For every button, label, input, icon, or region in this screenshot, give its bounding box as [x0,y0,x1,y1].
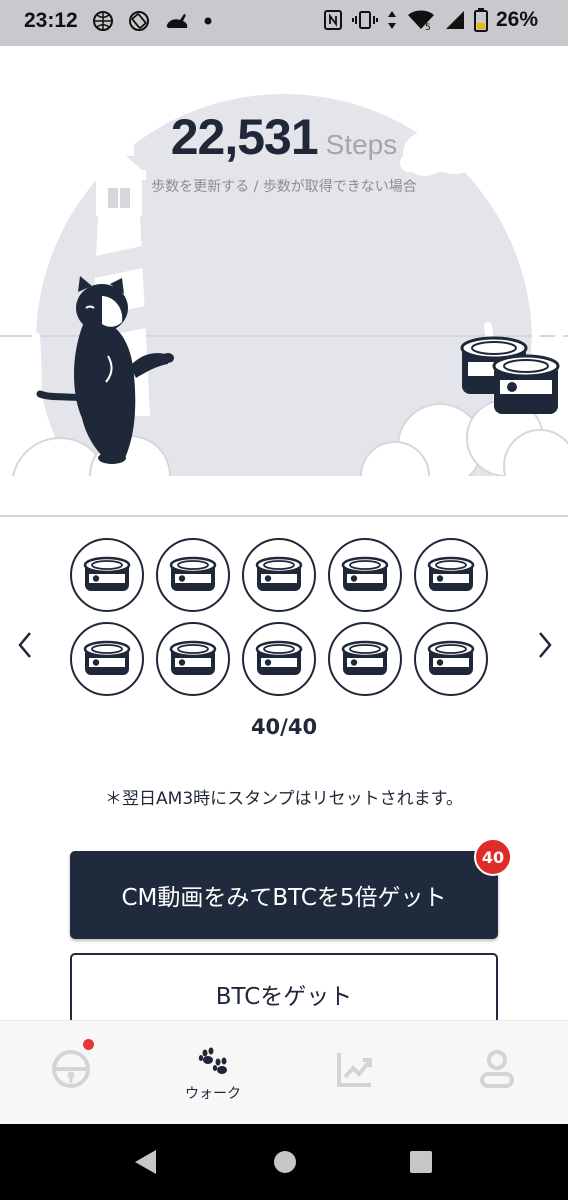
recents-icon[interactable] [408,1148,434,1176]
chart-icon [337,1053,372,1087]
link-separator: / [249,179,263,195]
wifi-icon: 5 [407,10,434,31]
dot-icon [204,17,212,25]
network-label: 5 [425,23,431,31]
stamp-counter: 40/40 [250,715,318,739]
cat-food-can-icon [169,640,217,675]
stamp-slot [328,622,402,696]
next-page-button[interactable] [530,628,560,662]
tab-walk-label: ウォーク [185,1086,241,1102]
signal-icon [445,11,464,29]
cat-food-can-icon [341,556,389,591]
get-btc-button-label: BTCをゲット [215,984,353,1010]
stamp-slot [156,622,230,696]
system-nav-bar [0,1124,568,1200]
update-steps-link[interactable]: 歩数を更新する [151,179,249,195]
stamp-slot [242,622,316,696]
tab-walk[interactable]: ウォーク [142,1021,284,1125]
vibrate-icon [351,11,378,29]
steps-links: 歩数を更新する / 歩数が取得できない場合 [0,176,568,196]
steps-count: 22,531 [170,109,319,165]
cat-food-can-icon [83,640,131,675]
person-icon [480,1050,514,1088]
stamp-slot [328,538,402,612]
nfc-icon [323,10,342,30]
notification-dot [83,1039,94,1050]
status-time: 23:12 [24,9,78,32]
cat-food-can-icon [427,556,475,591]
bell-icon [52,1050,90,1088]
home-icon[interactable] [272,1148,298,1176]
battery-icon [473,8,488,32]
cat-food-can-icon [255,640,303,675]
stamp-slot [70,622,144,696]
stamp-slot [242,538,316,612]
stamp-slot [70,538,144,612]
prev-page-button[interactable] [10,628,40,662]
cat-food-can-icon [255,556,303,591]
stamp-slot [156,538,230,612]
rabbit-icon [166,14,188,28]
get-btc-button[interactable]: BTCをゲット [70,953,498,1029]
chevron-left-icon [18,632,31,658]
paw-icon [198,1047,227,1074]
data-arrows-icon [387,11,396,29]
watch-ad-button[interactable]: CM動画をみてBTCを5倍ゲット [70,851,498,939]
watch-ad-badge: 40 [474,838,512,876]
globe-icon [93,11,113,31]
chevron-right-icon [539,632,552,658]
cat-food-can-icon [427,640,475,675]
steps-unit: Steps [325,129,398,160]
back-icon[interactable] [132,1148,158,1176]
stamp-slot [414,538,488,612]
bottom-tab-bar: ウォーク [0,1020,568,1124]
cat-food-can-icon [169,556,217,591]
reset-note: ＊翌日AM3時にスタンプはリセットされます。 [105,789,463,809]
tab-profile[interactable] [426,1021,568,1125]
cat-food-can-icon [341,640,389,675]
stamp-grid [70,538,500,696]
steps-help-link[interactable]: 歩数が取得できない場合 [263,179,417,195]
battery-percent: 26% [495,8,538,31]
walk-hero-scene: 22,531 Steps 歩数を更新する / 歩数が取得できない場合 [0,46,568,518]
rotate-icon [129,11,149,31]
tab-home[interactable] [0,1021,142,1125]
cat-food-can-icon [83,556,131,591]
stamp-slot [414,622,488,696]
status-bar: 23:12 5 26% [0,0,568,46]
watch-ad-button-label: CM動画をみてBTCを5倍ゲット [121,885,447,911]
tab-chart[interactable] [284,1021,426,1125]
step-counter: 22,531 Steps [0,108,568,166]
